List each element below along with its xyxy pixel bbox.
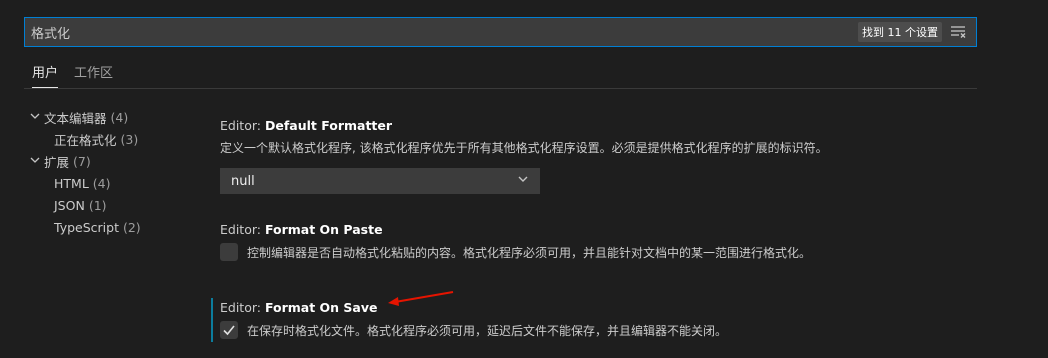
format-on-paste-checkbox[interactable]: [220, 243, 238, 261]
setting-name: Default Formatter: [264, 118, 393, 133]
toc-item-extensions[interactable]: 扩展 (7): [30, 150, 141, 172]
setting-title: Editor: Format On Paste: [220, 222, 811, 237]
annotation-arrow-icon: [388, 291, 454, 306]
toc-item-text-editor[interactable]: 文本编辑器 (4): [30, 106, 141, 128]
setting-checkbox-row: 在保存时格式化文件。格式化程序必须可用，延迟后文件不能保存，并且编辑器不能关闭。: [220, 321, 727, 339]
settings-search-input[interactable]: [25, 18, 858, 46]
chevron-down-icon: [30, 111, 44, 124]
setting-description: 控制编辑器是否自动格式化粘贴的内容。格式化程序必须可用，并且能针对文档中的某一范…: [247, 245, 812, 260]
checkmark-icon: [223, 325, 235, 336]
toc-item-label: 扩展: [44, 154, 70, 170]
settings-toc-tree: 文本编辑器 (4) 正在格式化 (3) 扩展 (7) HTML (4) JSON…: [30, 106, 141, 238]
toc-item-count: (2): [122, 219, 141, 235]
tab-user[interactable]: 用户: [32, 62, 59, 88]
toc-item-label: HTML: [54, 175, 89, 191]
toc-item-label: 正在格式化: [54, 132, 117, 148]
tabs-divider: [24, 88, 977, 89]
setting-name: Format On Save: [264, 300, 378, 315]
tab-workspace[interactable]: 工作区: [74, 62, 113, 88]
setting-format-on-paste: Editor: Format On Paste 控制编辑器是否自动格式化粘贴的内…: [220, 222, 811, 261]
toc-item-label: JSON: [54, 197, 85, 213]
toc-item-label: 文本编辑器: [44, 110, 107, 126]
toc-item-count: (4): [92, 175, 111, 191]
setting-title: Editor: Default Formatter: [220, 118, 828, 133]
toc-item-formatting[interactable]: 正在格式化 (3): [30, 128, 141, 150]
default-formatter-select[interactable]: null: [220, 168, 540, 194]
setting-category: Editor:: [220, 300, 265, 315]
filter-list-icon[interactable]: [948, 22, 968, 42]
toc-item-count: (7): [73, 153, 91, 169]
settings-search-box[interactable]: 找到 11 个设置: [24, 17, 977, 47]
toc-item-label: TypeScript: [54, 219, 119, 235]
toc-item-html[interactable]: HTML (4): [30, 172, 141, 194]
toc-item-count: (4): [110, 109, 129, 125]
toc-item-count: (1): [88, 197, 107, 213]
toc-item-typescript[interactable]: TypeScript (2): [30, 216, 141, 238]
modified-indicator: [211, 298, 213, 342]
format-on-save-checkbox[interactable]: [220, 321, 238, 339]
settings-editor: 找到 11 个设置 用户 工作区 文本编辑器 (4) 正在格式化 (3): [0, 0, 1048, 358]
setting-name: Format On Paste: [264, 222, 383, 237]
chevron-down-icon: [517, 173, 529, 189]
setting-checkbox-row: 控制编辑器是否自动格式化粘贴的内容。格式化程序必须可用，并且能针对文档中的某一范…: [220, 243, 811, 261]
toc-item-json[interactable]: JSON (1): [30, 194, 141, 216]
setting-description: 在保存时格式化文件。格式化程序必须可用，延迟后文件不能保存，并且编辑器不能关闭。: [247, 323, 728, 338]
settings-scope-tabs: 用户 工作区: [32, 62, 113, 88]
setting-category: Editor:: [220, 118, 265, 133]
chevron-down-icon: [30, 155, 44, 168]
search-result-count-badge: 找到 11 个设置: [858, 22, 942, 42]
setting-title: Editor: Format On Save: [220, 300, 727, 315]
setting-default-formatter: Editor: Default Formatter 定义一个默认格式化程序, 该…: [220, 118, 828, 194]
select-value: null: [231, 173, 255, 189]
setting-format-on-save: Editor: Format On Save 在保存时格式化文件。格式化程序必须…: [220, 300, 727, 339]
setting-description: 定义一个默认格式化程序, 该格式化程序优先于所有其他格式化程序设置。必须是提供格…: [220, 141, 828, 155]
toc-item-count: (3): [120, 131, 139, 147]
setting-category: Editor:: [220, 222, 265, 237]
